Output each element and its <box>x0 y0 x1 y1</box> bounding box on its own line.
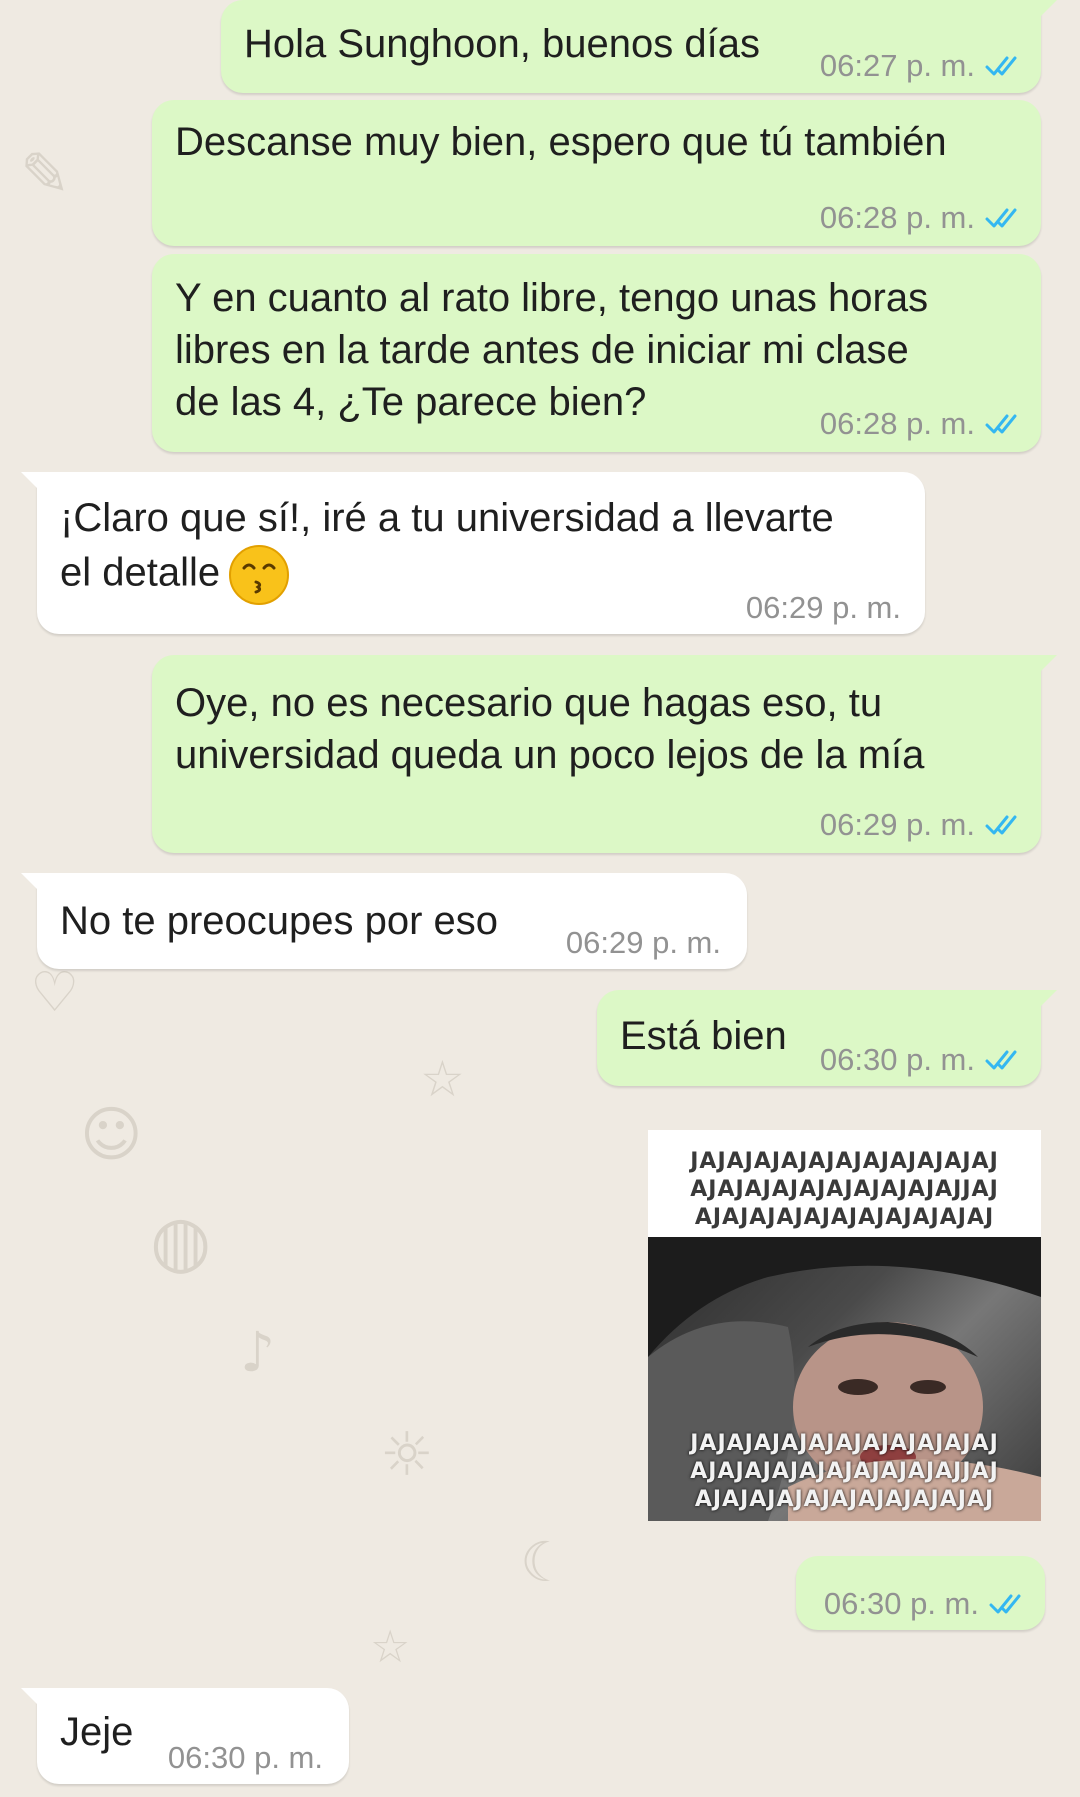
message-time: 06:27 p. m. <box>819 48 975 83</box>
message-bubble-outgoing[interactable]: Hola Sunghoon, buenos días 06:27 p. m. <box>221 0 1057 93</box>
message-meta: 06:27 p. m. <box>820 40 1025 92</box>
message-time: 06:30 p. m. <box>823 1586 979 1621</box>
message-time: 06:28 p. m. <box>819 406 975 441</box>
message-time: 06:29 p. m. <box>819 807 975 842</box>
message-text-content: ¡Claro que sí!, iré a tu universidad a l… <box>60 496 834 595</box>
message-meta: 06:28 p. m. <box>820 192 1025 244</box>
message-bubble-incoming[interactable]: No te preocupes por eso 06:29 p. m. <box>21 873 747 969</box>
message-text: Hola Sunghoon, buenos días <box>244 22 760 66</box>
message-meta: 06:30 p. m. <box>824 1578 1029 1630</box>
double-check-read-icon <box>985 1050 1017 1070</box>
message-text: Y en cuanto al rato libre, tengo unas ho… <box>175 276 929 424</box>
message-time: 06:30 p. m. <box>819 1042 975 1077</box>
image-message-meta-bubble: 06:30 p. m. <box>796 1556 1045 1630</box>
image-message[interactable]: JAJAJAJAJAJAJAJAJAJAJAJ AJAJAJAJAJAJAJAJ… <box>648 1130 1041 1521</box>
message-meta: 06:30 p. m. <box>820 1034 1025 1086</box>
chat-message-list[interactable]: Hola Sunghoon, buenos días 06:27 p. m. D… <box>0 0 1080 1797</box>
double-check-read-icon <box>985 414 1017 434</box>
message-meta: 06:29 p. m. <box>566 917 721 969</box>
message-text: ¡Claro que sí!, iré a tu universidad a l… <box>60 492 834 606</box>
message-text: Está bien <box>620 1014 787 1058</box>
message-time: 06:29 p. m. <box>745 590 901 625</box>
message-meta: 06:29 p. m. <box>820 799 1025 851</box>
double-check-read-icon <box>985 56 1017 76</box>
message-time: 06:30 p. m. <box>167 1740 323 1775</box>
kissing-face-with-smiling-eyes-icon <box>229 545 290 605</box>
double-check-read-icon <box>989 1594 1021 1614</box>
message-time: 06:28 p. m. <box>819 200 975 235</box>
message-meta: 06:30 p. m. <box>168 1732 323 1784</box>
message-bubble-outgoing[interactable]: Y en cuanto al rato libre, tengo unas ho… <box>152 254 1041 452</box>
message-text: Descanse muy bien, espero que tú también <box>175 120 947 164</box>
message-text: Oye, no es necesario que hagas eso, tu u… <box>175 681 925 777</box>
message-meta: 06:29 p. m. <box>746 582 901 634</box>
image-caption-top: JAJAJAJAJAJAJAJAJAJAJAJ AJAJAJAJAJAJAJAJ… <box>690 1149 999 1230</box>
message-bubble-outgoing[interactable]: Está bien 06:30 p. m. <box>597 990 1057 1086</box>
message-bubble-outgoing[interactable]: Oye, no es necesario que hagas eso, tu u… <box>152 655 1057 853</box>
message-time: 06:29 p. m. <box>565 925 721 960</box>
message-text: No te preocupes por eso <box>60 899 499 943</box>
message-meta: 06:28 p. m. <box>820 398 1025 450</box>
image-caption-bottom: JAJAJAJAJAJAJAJAJAJAJAJ AJAJAJAJAJAJAJAJ… <box>690 1431 999 1512</box>
message-bubble-incoming[interactable]: ¡Claro que sí!, iré a tu universidad a l… <box>21 472 925 634</box>
double-check-read-icon <box>985 208 1017 228</box>
double-check-read-icon <box>985 815 1017 835</box>
message-bubble-incoming[interactable]: Jeje 06:30 p. m. <box>21 1688 349 1784</box>
message-text: Jeje <box>60 1710 134 1754</box>
message-bubble-outgoing[interactable]: Descanse muy bien, espero que tú también… <box>152 100 1041 246</box>
